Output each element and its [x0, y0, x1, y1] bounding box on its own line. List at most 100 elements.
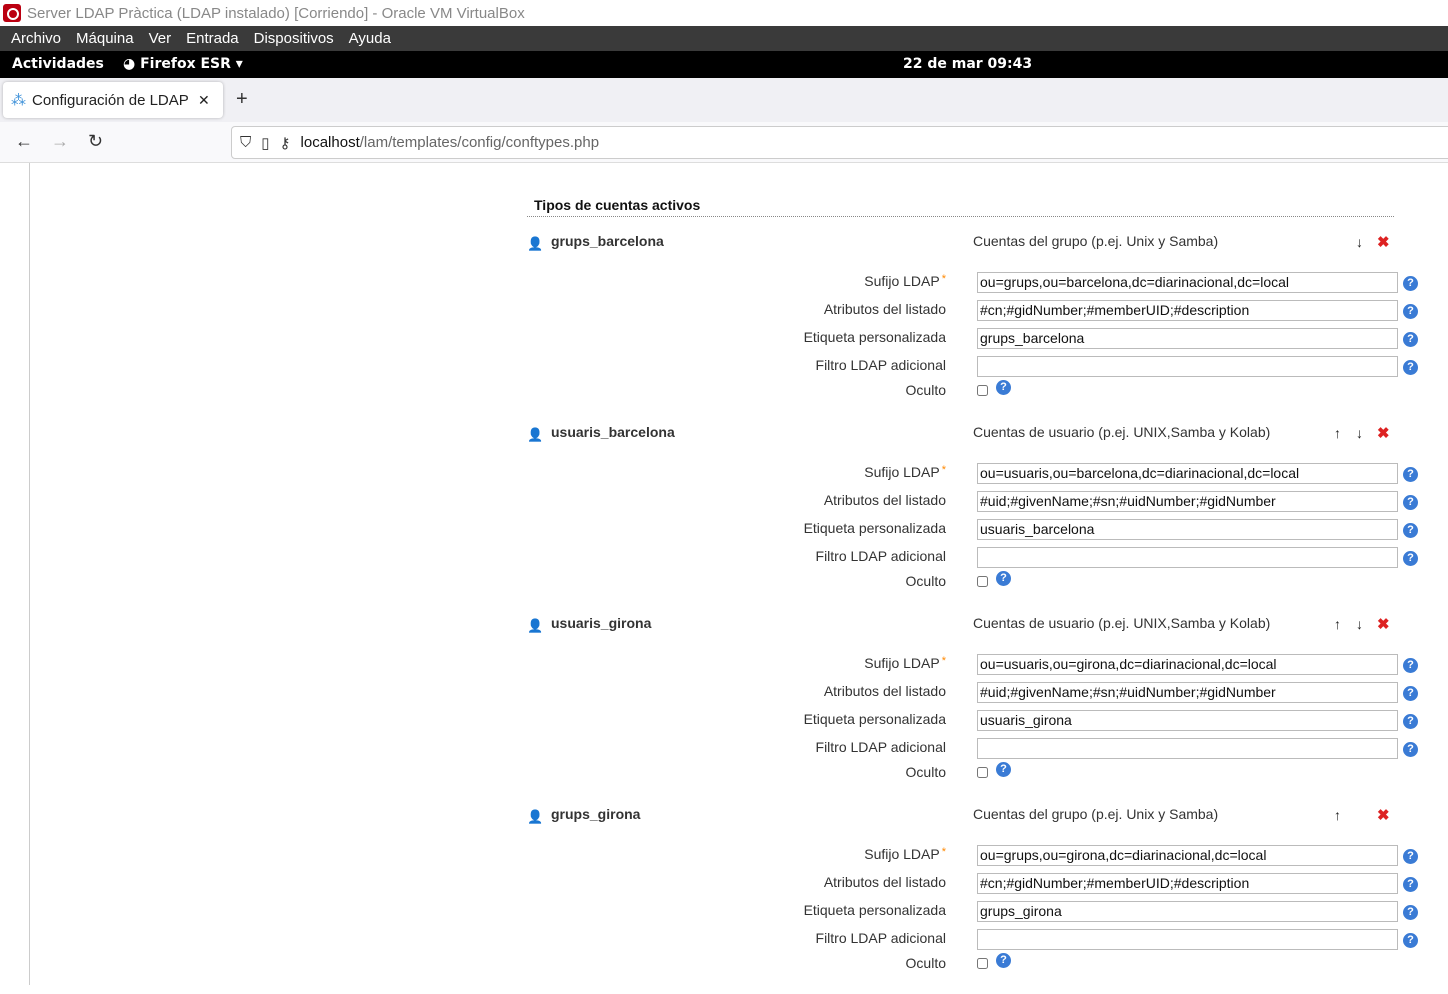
help-icon[interactable]: ? — [1403, 523, 1418, 538]
attrs-row: Atributos del listado #cn;#gidNumber;#me… — [0, 300, 1448, 323]
custom-row: Etiqueta personalizada usuaris_girona ? — [0, 710, 1448, 733]
hidden-checkbox[interactable] — [977, 767, 988, 778]
custom-input[interactable]: usuaris_barcelona — [977, 519, 1398, 540]
attrs-input[interactable]: #cn;#gidNumber;#memberUID;#description — [977, 300, 1398, 321]
help-icon[interactable]: ? — [1403, 551, 1418, 566]
window-titlebar: Server LDAP Pràctica (LDAP instalado) [C… — [0, 0, 1448, 26]
suffix-input[interactable]: ou=usuaris,ou=girona,dc=diarinacional,dc… — [977, 654, 1398, 675]
type-description: Cuentas de usuario (p.ej. UNIX,Samba y K… — [973, 424, 1271, 440]
page-content: Tipos de cuentas activos 👤 grups_barcelo… — [0, 163, 1448, 985]
close-tab-icon[interactable]: ✕ — [198, 92, 210, 109]
hidden-checkbox[interactable] — [977, 385, 988, 396]
vbox-menubar: Archivo Máquina Ver Entrada Dispositivos… — [0, 26, 1448, 51]
attrs-row: Atributos del listado #uid;#givenName;#s… — [0, 491, 1448, 514]
help-icon[interactable]: ? — [1403, 905, 1418, 920]
custom-row: Etiqueta personalizada grups_barcelona ? — [0, 328, 1448, 351]
url-bar[interactable]: ⛉ ▯ ⚷ localhost/lam/templates/config/con… — [231, 126, 1448, 159]
filter-label: Filtro LDAP adicional — [815, 739, 946, 755]
help-icon[interactable]: ? — [1403, 332, 1418, 347]
help-icon[interactable]: ? — [1403, 714, 1418, 729]
hidden-label: Oculto — [905, 382, 946, 398]
help-icon[interactable]: ? — [996, 953, 1011, 968]
type-description: Cuentas de usuario (p.ej. UNIX,Samba y K… — [973, 615, 1271, 631]
menu-ayuda[interactable]: Ayuda — [349, 30, 391, 47]
hidden-checkbox[interactable] — [977, 958, 988, 969]
suffix-label: Sufijo LDAP — [864, 655, 940, 671]
help-icon[interactable]: ? — [1403, 360, 1418, 375]
required-marker: * — [941, 464, 946, 476]
custom-input[interactable]: grups_barcelona — [977, 328, 1398, 349]
help-icon[interactable]: ? — [996, 762, 1011, 777]
menu-maquina[interactable]: Máquina — [76, 30, 134, 47]
activities-button[interactable]: Actividades — [12, 56, 104, 72]
menu-ver[interactable]: Ver — [149, 30, 172, 47]
help-icon[interactable]: ? — [1403, 849, 1418, 864]
help-icon[interactable]: ? — [1403, 686, 1418, 701]
filter-input[interactable] — [977, 547, 1398, 568]
filter-row: Filtro LDAP adicional ? — [0, 929, 1448, 952]
move-up-icon[interactable]: ↑ — [1334, 616, 1341, 632]
move-up-icon[interactable]: ↑ — [1334, 807, 1341, 823]
nav-bar: ← → ↻ ⛉ ▯ ⚷ localhost/lam/templates/conf… — [0, 122, 1448, 163]
delete-icon[interactable]: ✖ — [1377, 615, 1390, 633]
forward-icon[interactable]: → — [51, 131, 69, 152]
shield-icon[interactable]: ⛉ — [240, 134, 251, 151]
menu-dispositivos[interactable]: Dispositivos — [254, 30, 334, 47]
delete-icon[interactable]: ✖ — [1377, 424, 1390, 442]
custom-row: Etiqueta personalizada usuaris_barcelona… — [0, 519, 1448, 542]
help-icon[interactable]: ? — [1403, 658, 1418, 673]
hidden-row: Oculto ? — [0, 762, 1448, 786]
required-marker: * — [941, 846, 946, 858]
delete-icon[interactable]: ✖ — [1377, 806, 1390, 824]
reload-icon[interactable]: ↻ — [88, 131, 103, 152]
app-menu-label: Firefox ESR ▾ — [140, 56, 243, 72]
move-up-icon[interactable]: ↑ — [1334, 425, 1341, 441]
type-name: usuaris_girona — [551, 615, 652, 631]
group-icon: 👤 — [527, 809, 544, 824]
move-down-icon[interactable]: ↓ — [1356, 234, 1363, 250]
help-icon[interactable]: ? — [1403, 877, 1418, 892]
app-menu[interactable]: ◕ Firefox ESR ▾ — [123, 56, 243, 72]
help-icon[interactable]: ? — [1403, 495, 1418, 510]
virtualbox-icon — [3, 4, 21, 22]
help-icon[interactable]: ? — [996, 571, 1011, 586]
help-icon[interactable]: ? — [1403, 467, 1418, 482]
url-host: localhost — [300, 134, 360, 151]
type-name: usuaris_barcelona — [551, 424, 675, 440]
firefox-icon: ◕ — [123, 56, 141, 72]
filter-input[interactable] — [977, 929, 1398, 950]
heading-divider — [527, 216, 1394, 217]
hidden-checkbox[interactable] — [977, 576, 988, 587]
clock[interactable]: 22 de mar 09:43 — [903, 56, 1032, 72]
suffix-input[interactable]: ou=usuaris,ou=barcelona,dc=diarinacional… — [977, 463, 1398, 484]
tab-lam-config[interactable]: ⁂ Configuración de LDAP Account Manager … — [3, 82, 223, 118]
hidden-label: Oculto — [905, 573, 946, 589]
key-icon[interactable]: ⚷ — [280, 134, 291, 152]
help-icon[interactable]: ? — [1403, 304, 1418, 319]
suffix-input[interactable]: ou=grups,ou=girona,dc=diarinacional,dc=l… — [977, 845, 1398, 866]
help-icon[interactable]: ? — [1403, 276, 1418, 291]
hidden-label: Oculto — [905, 955, 946, 971]
move-down-icon[interactable]: ↓ — [1356, 425, 1363, 441]
filter-input[interactable] — [977, 356, 1398, 377]
menu-archivo[interactable]: Archivo — [11, 30, 61, 47]
help-icon[interactable]: ? — [1403, 933, 1418, 948]
help-icon[interactable]: ? — [1403, 742, 1418, 757]
back-icon[interactable]: ← — [15, 131, 33, 152]
suffix-input[interactable]: ou=grups,ou=barcelona,dc=diarinacional,d… — [977, 272, 1398, 293]
delete-icon[interactable]: ✖ — [1377, 233, 1390, 251]
move-down-icon[interactable]: ↓ — [1356, 616, 1363, 632]
attrs-input[interactable]: #uid;#givenName;#sn;#uidNumber;#gidNumbe… — [977, 682, 1398, 703]
attrs-input[interactable]: #uid;#givenName;#sn;#uidNumber;#gidNumbe… — [977, 491, 1398, 512]
attrs-input[interactable]: #cn;#gidNumber;#memberUID;#description — [977, 873, 1398, 894]
custom-input[interactable]: grups_girona — [977, 901, 1398, 922]
new-tab-button[interactable]: + — [236, 88, 248, 111]
window-title: Server LDAP Pràctica (LDAP instalado) [C… — [27, 4, 525, 22]
help-icon[interactable]: ? — [996, 380, 1011, 395]
menu-entrada[interactable]: Entrada — [186, 30, 239, 47]
tab-title: Configuración de LDAP Account Manager — [32, 91, 192, 109]
filter-row: Filtro LDAP adicional ? — [0, 738, 1448, 761]
filter-input[interactable] — [977, 738, 1398, 759]
page-icon: ▯ — [261, 134, 270, 152]
custom-input[interactable]: usuaris_girona — [977, 710, 1398, 731]
